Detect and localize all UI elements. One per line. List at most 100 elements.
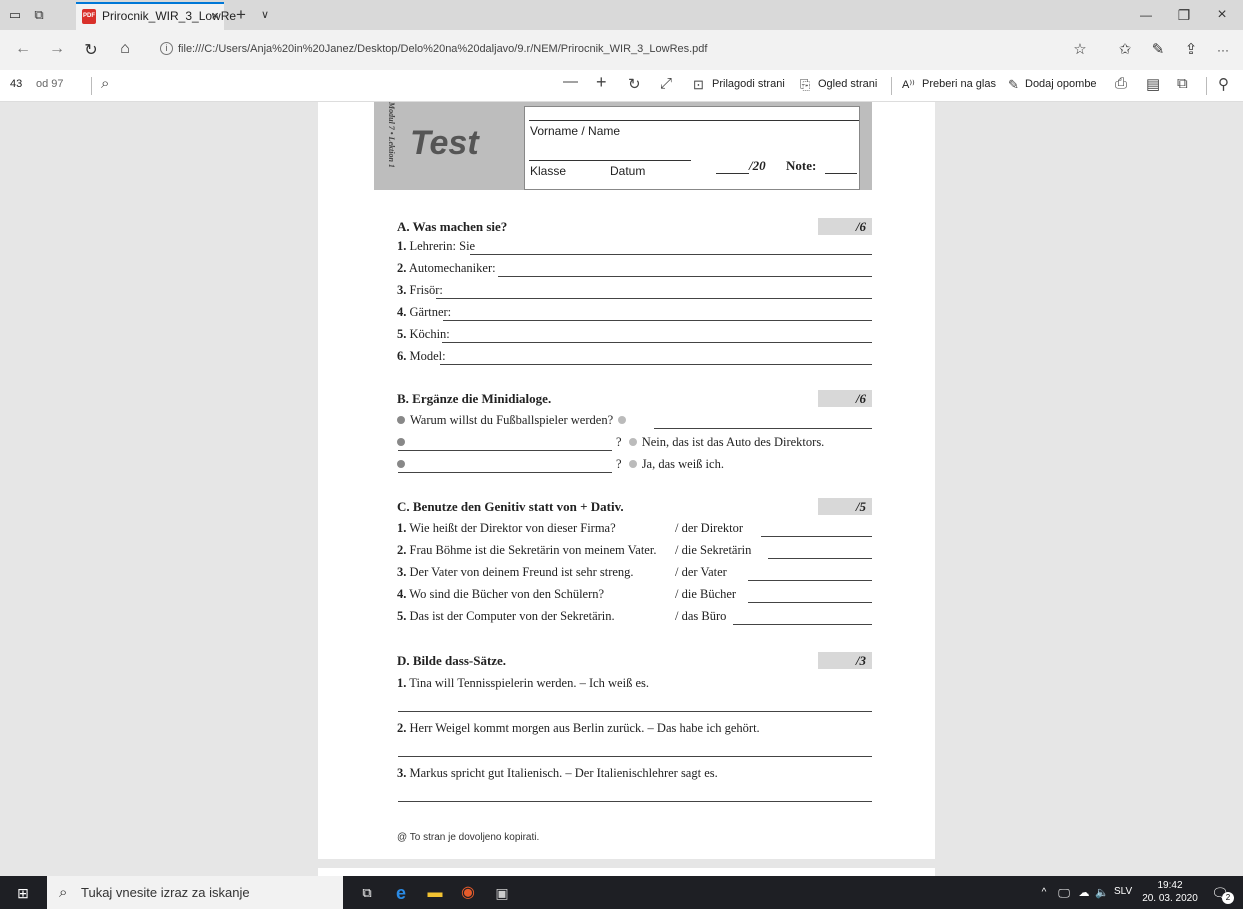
- url-text: file:///C:/Users/Anja%20in%20Janez/Deskt…: [178, 43, 708, 55]
- edge-browser-icon[interactable]: e: [389, 881, 413, 905]
- list-item: 5. Das ist der Computer von der Sekretär…: [397, 609, 615, 623]
- section-a-title: A. Was machen sie?: [397, 219, 508, 234]
- zoom-out-icon[interactable]: —: [563, 73, 578, 90]
- favorites-list-icon[interactable]: ✩: [1114, 40, 1136, 58]
- chrome-icon[interactable]: ◉: [456, 881, 480, 905]
- list-item: 1. Tina will Tennisspielerin werden. – I…: [397, 676, 649, 690]
- tab-close-icon[interactable]: ×: [211, 8, 219, 23]
- page-view-button[interactable]: Ogled strani: [818, 78, 877, 90]
- answer-line: [748, 602, 872, 603]
- zoom-in-icon[interactable]: +: [596, 72, 607, 93]
- add-notes-icon[interactable]: ✎: [1008, 77, 1019, 93]
- list-item: 3. Markus spricht gut Italienisch. – Der…: [397, 766, 718, 780]
- list-item: 2. Automechaniker:: [397, 261, 496, 275]
- dialog-answer: ? Ja, das weiß ich.: [616, 457, 724, 471]
- favorite-star-icon[interactable]: ☆: [1069, 40, 1091, 58]
- page-footer: @ To stran je dovoljeno kopirati.: [397, 832, 540, 843]
- section-b-title: B. Ergänze die Minidialoge.: [397, 391, 552, 406]
- modul-label: Modul 7 • Lektion 1: [387, 102, 396, 168]
- browser-tab[interactable]: PDF Prirocnik_WIR_3_LowRe ×: [76, 2, 236, 30]
- save-as-icon[interactable]: ⧉: [1177, 75, 1188, 92]
- app-icon[interactable]: ▣: [490, 881, 514, 905]
- next-pdf-page: [318, 868, 935, 876]
- new-tab-button[interactable]: +: [232, 6, 250, 24]
- fullscreen-icon[interactable]: ⤢: [660, 75, 672, 92]
- toolbar-divider: [1206, 77, 1207, 95]
- answer-line: [436, 298, 872, 299]
- answer-line: [398, 472, 612, 473]
- list-item: 1. Wie heißt der Direktor von dieser Fir…: [397, 521, 616, 535]
- datum-label: Datum: [610, 164, 646, 178]
- notification-badge: 2: [1222, 892, 1234, 904]
- dialog-line: [397, 457, 410, 472]
- back-arrow-icon[interactable]: ←: [12, 40, 34, 58]
- add-notes-button[interactable]: Dodaj opombe: [1025, 78, 1097, 90]
- list-item: 3. Frisör:: [397, 283, 443, 297]
- file-explorer-icon[interactable]: ▬: [423, 881, 447, 905]
- hint-text: / das Büro: [675, 609, 727, 623]
- bullet-dot-icon: [618, 416, 627, 424]
- answer-line: [654, 428, 872, 429]
- section-c-score: /5: [818, 498, 872, 515]
- print-icon[interactable]: ⎙: [1115, 75, 1127, 92]
- dialog-line: [397, 435, 410, 450]
- hint-text: / die Bücher: [675, 587, 737, 601]
- fit-page-button[interactable]: Prilagodi strani: [712, 78, 785, 90]
- share-icon[interactable]: ⇪: [1180, 40, 1202, 58]
- list-item: 6. Model:: [397, 349, 446, 363]
- pin-toolbar-icon[interactable]: ⚲: [1218, 75, 1229, 93]
- test-title: Test: [410, 124, 479, 162]
- section-d-score: /3: [818, 652, 872, 669]
- pdf-viewer[interactable]: Modul 7 • Lektion 1 Test Vorname / Name …: [0, 102, 1243, 876]
- section-d-title: D. Bilde dass-Sätze.: [397, 653, 507, 668]
- rotate-icon[interactable]: ↻: [628, 75, 641, 93]
- list-item: 5. Köchin:: [397, 327, 450, 341]
- total-score: /20: [749, 158, 766, 173]
- bullet-dot-icon: [628, 438, 637, 446]
- search-placeholder: Tukaj vnesite izraz za iskanje: [81, 885, 250, 900]
- answer-line: [733, 624, 872, 625]
- search-icon[interactable]: ⌕: [101, 75, 109, 92]
- answer-line: [470, 254, 872, 255]
- tab-list-chevron-icon[interactable]: ∨: [256, 6, 274, 24]
- answer-line: [398, 450, 612, 451]
- answer-line: [398, 801, 872, 802]
- tab-actions-icon[interactable]: ▭: [6, 6, 24, 24]
- read-aloud-button[interactable]: Preberi na glas: [922, 78, 996, 90]
- list-item: 2. Herr Weigel kommt morgen aus Berlin z…: [397, 721, 760, 735]
- list-item: 4. Gärtner:: [397, 305, 452, 319]
- read-aloud-icon[interactable]: A⁾⁾: [902, 78, 915, 91]
- hint-text: / der Vater: [675, 565, 727, 579]
- page-view-icon[interactable]: ⎘: [800, 77, 810, 93]
- taskbar-search-input[interactable]: ⌕ Tukaj vnesite izraz za iskanje: [47, 876, 343, 909]
- note-label: Note:: [786, 158, 817, 173]
- fit-page-icon[interactable]: ⊡: [693, 77, 704, 93]
- more-menu-icon[interactable]: ···: [1212, 43, 1234, 57]
- page-number-input[interactable]: 43: [10, 78, 22, 90]
- pen-notes-icon[interactable]: ✎: [1147, 40, 1169, 58]
- answer-line: [443, 320, 872, 321]
- task-view-icon[interactable]: ⧉: [355, 881, 379, 905]
- answer-line: [768, 558, 872, 559]
- page-total: od 97: [36, 78, 64, 90]
- dialog-answer: ? Nein, das ist das Auto des Direktors.: [616, 435, 825, 449]
- list-item: 1. Lehrerin: Sie: [397, 239, 476, 253]
- language-indicator[interactable]: SLV: [1114, 886, 1132, 897]
- windows-start-icon[interactable]: ⊞: [11, 881, 35, 905]
- answer-line: [440, 364, 872, 365]
- restore-button[interactable]: ❐: [1169, 6, 1199, 24]
- minimize-button[interactable]: —: [1131, 6, 1161, 24]
- total-score-line: [716, 173, 749, 174]
- info-icon[interactable]: i: [160, 42, 173, 55]
- refresh-icon[interactable]: ↻: [80, 40, 102, 60]
- window-close-button[interactable]: ×: [1207, 6, 1237, 24]
- home-icon[interactable]: ⌂: [114, 40, 136, 58]
- clock[interactable]: 19:42 20. 03. 2020: [1142, 879, 1198, 905]
- answer-line: [398, 711, 872, 712]
- save-icon[interactable]: ▤: [1146, 75, 1160, 93]
- volume-icon[interactable]: 🔈: [1090, 881, 1114, 905]
- forward-arrow-icon[interactable]: →: [46, 40, 68, 58]
- tabs-aside-icon[interactable]: ⧉: [30, 6, 48, 24]
- url-field[interactable]: i file:///C:/Users/Anja%20in%20Janez/Des…: [158, 38, 1068, 60]
- toolbar-divider: [891, 77, 892, 95]
